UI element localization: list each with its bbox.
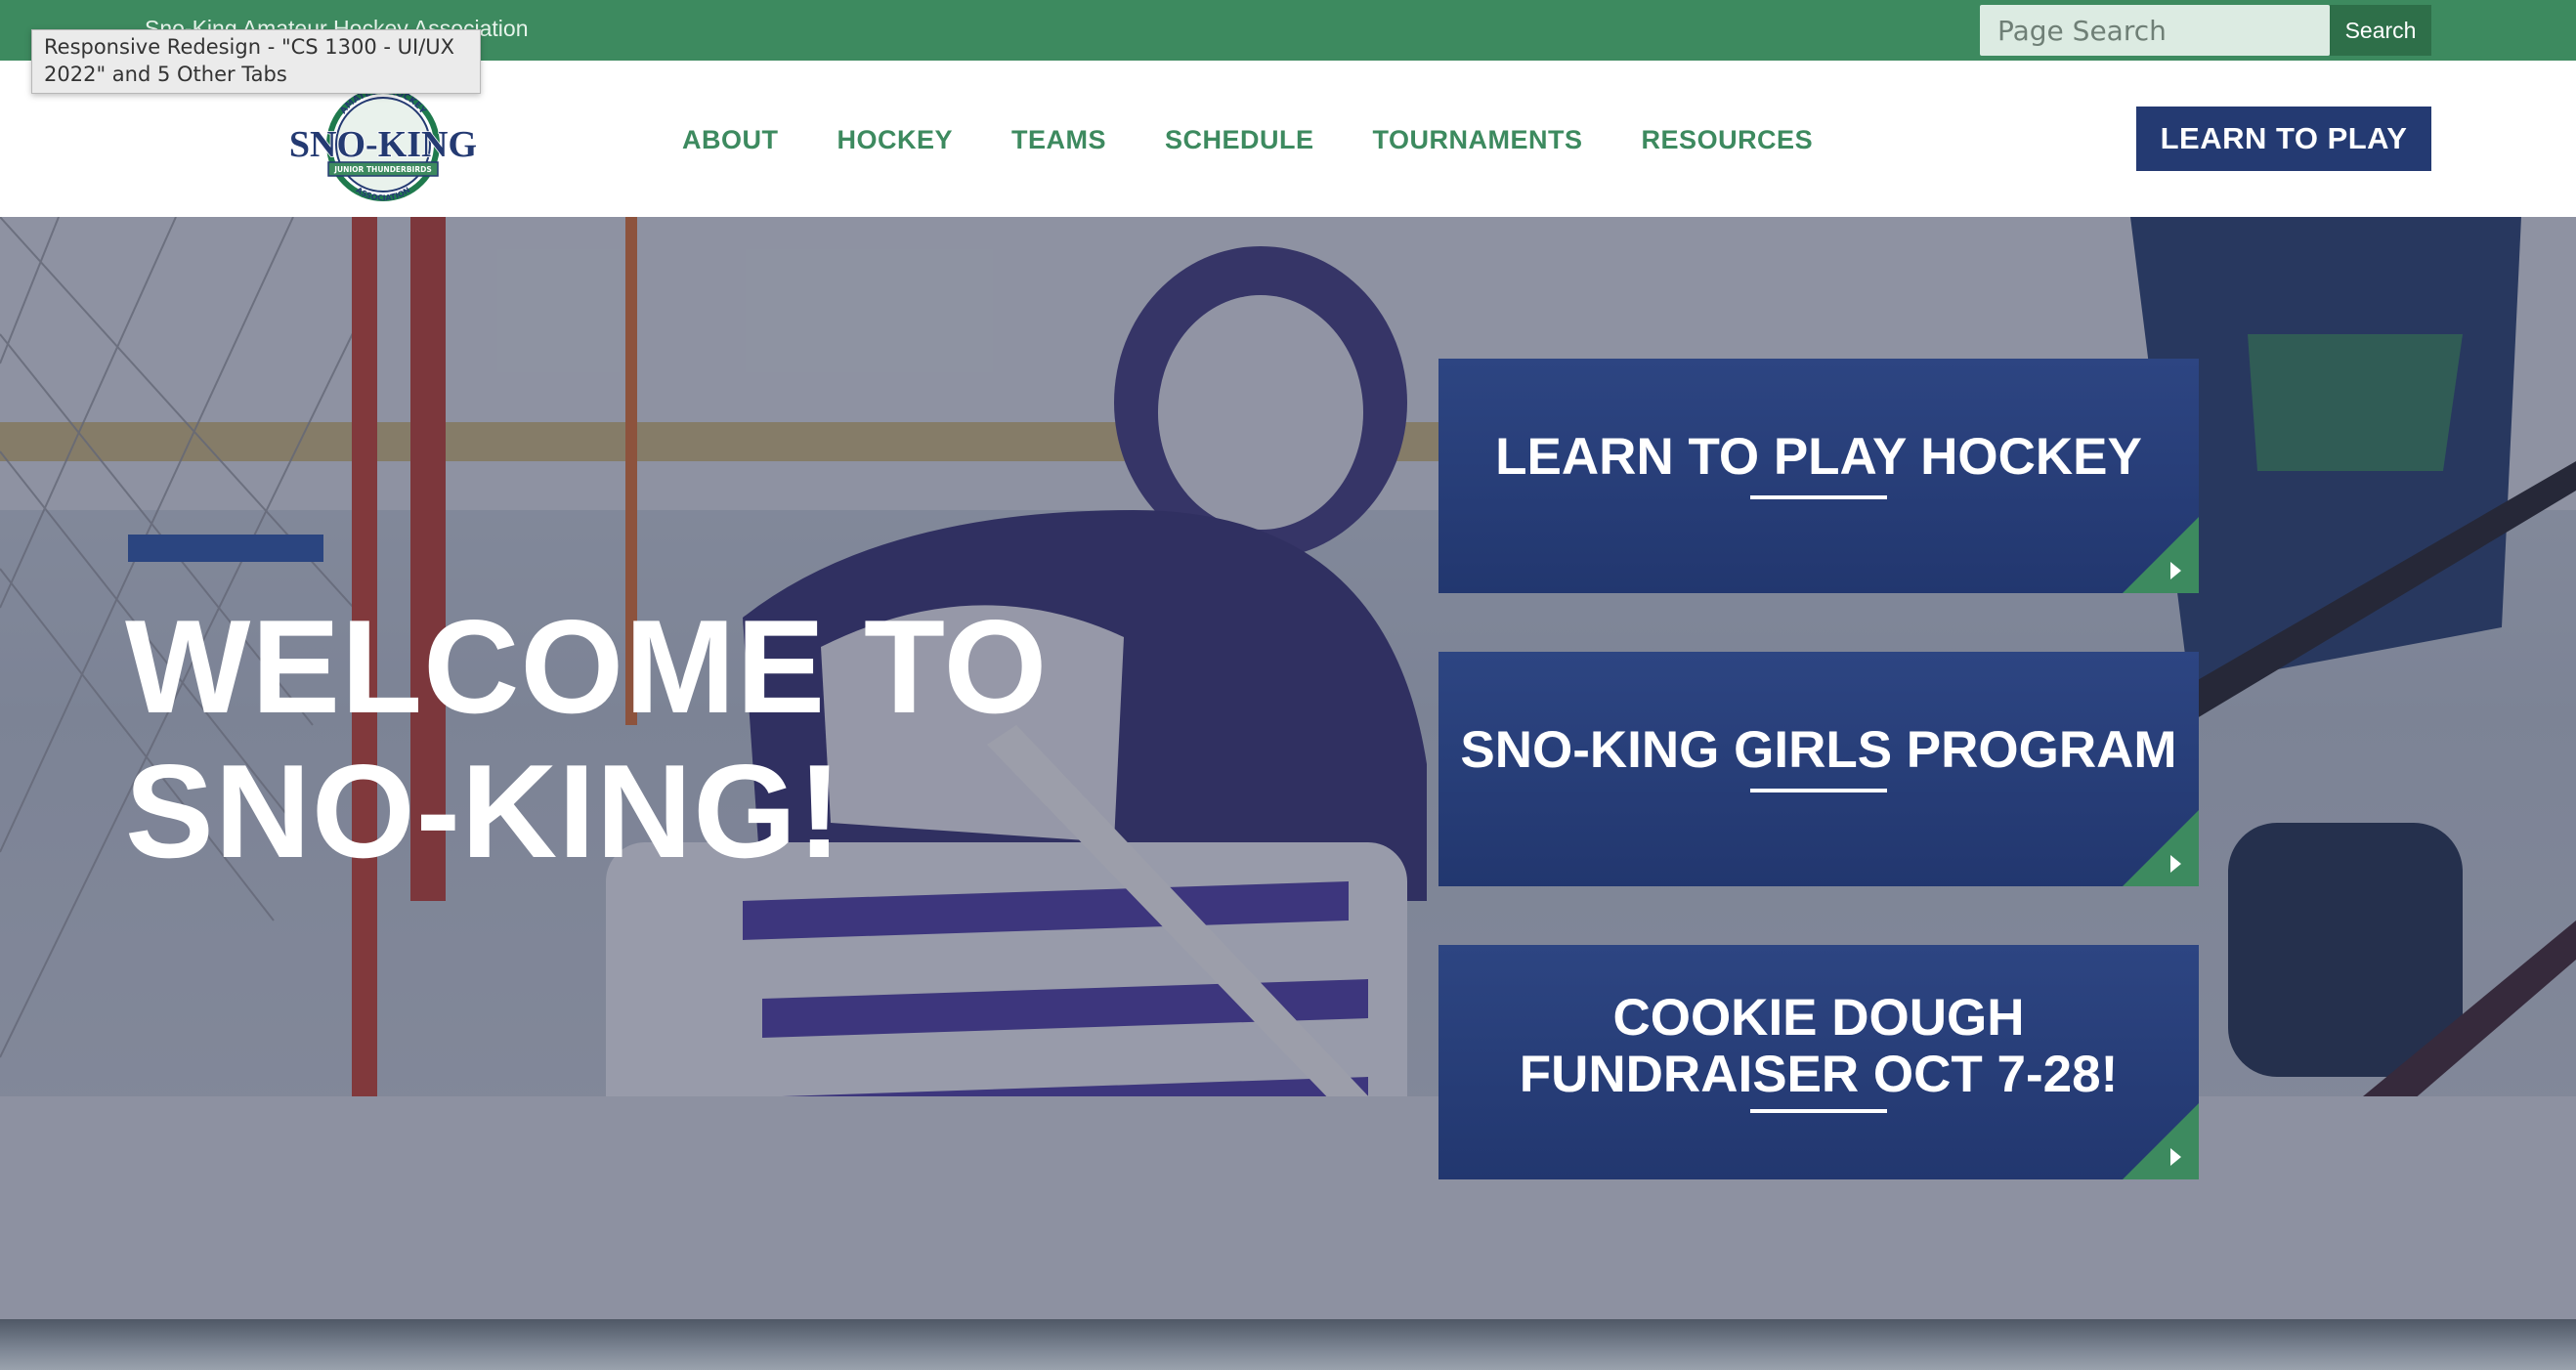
nav-resources[interactable]: RESOURCES [1642,125,1814,155]
nav-tournaments[interactable]: TOURNAMENTS [1373,125,1583,155]
card-girls-program[interactable]: SNO-KING GIRLS PROGRAM [1438,652,2199,886]
hero-heading: WELCOME TO SNO-KING! [125,594,1200,883]
page-search-input[interactable] [1980,5,2330,56]
next-section-peek [0,1319,2576,1370]
nav-about[interactable]: ABOUT [682,125,779,155]
learn-to-play-button[interactable]: LEARN TO PLAY [2136,107,2431,171]
card-underline [1750,495,1887,499]
card-corner-accent [2123,810,2199,886]
card-title: SNO-KING GIRLS PROGRAM [1438,722,2199,779]
nav-schedule[interactable]: SCHEDULE [1165,125,1314,155]
card-title-line: COOKIE DOUGH [1612,989,2025,1047]
arrow-right-icon [2170,855,2181,873]
card-learn-to-play-hockey[interactable]: LEARN TO PLAY HOCKEY [1438,359,2199,593]
card-corner-accent [2123,517,2199,593]
card-title: LEARN TO PLAY HOCKEY [1438,429,2199,486]
hero-heading-line1: WELCOME TO [125,592,1049,741]
card-title-line: SNO-KING GIRLS PROGRAM [1460,721,2177,779]
nav-hockey[interactable]: HOCKEY [837,125,954,155]
heading-accent-bar [128,535,323,562]
sno-king-logo[interactable]: AMATEUR HOCKEY SNO-KING JUNIOR THUNDERBI… [285,80,481,207]
card-underline [1750,789,1887,792]
arrow-right-icon [2170,562,2181,579]
card-corner-accent [2123,1103,2199,1179]
hero-heading-line2: SNO-KING! [125,737,843,885]
card-cookie-dough-fundraiser[interactable]: COOKIE DOUGH FUNDRAISER OCT 7-28! [1438,945,2199,1179]
card-title-line: LEARN TO PLAY HOCKEY [1495,428,2142,486]
hero-section: WELCOME TO SNO-KING! LEARN TO PLAY HOCKE… [0,217,2576,1319]
logo-main-text: SNO-KING [289,124,477,165]
search-button[interactable]: Search [2330,5,2431,56]
card-title: COOKIE DOUGH FUNDRAISER OCT 7-28! [1438,990,2199,1103]
card-underline [1750,1109,1887,1113]
browser-tab-tooltip: Responsive Redesign - "CS 1300 - UI/UX 2… [31,29,481,94]
arrow-right-icon [2170,1148,2181,1166]
card-title-line: FUNDRAISER OCT 7-28! [1519,1046,2119,1103]
nav-teams[interactable]: TEAMS [1011,125,1106,155]
logo-ribbon-text: JUNIOR THUNDERBIRDS [333,165,432,174]
main-nav: ABOUT HOCKEY TEAMS SCHEDULE TOURNAMENTS … [682,125,1871,155]
